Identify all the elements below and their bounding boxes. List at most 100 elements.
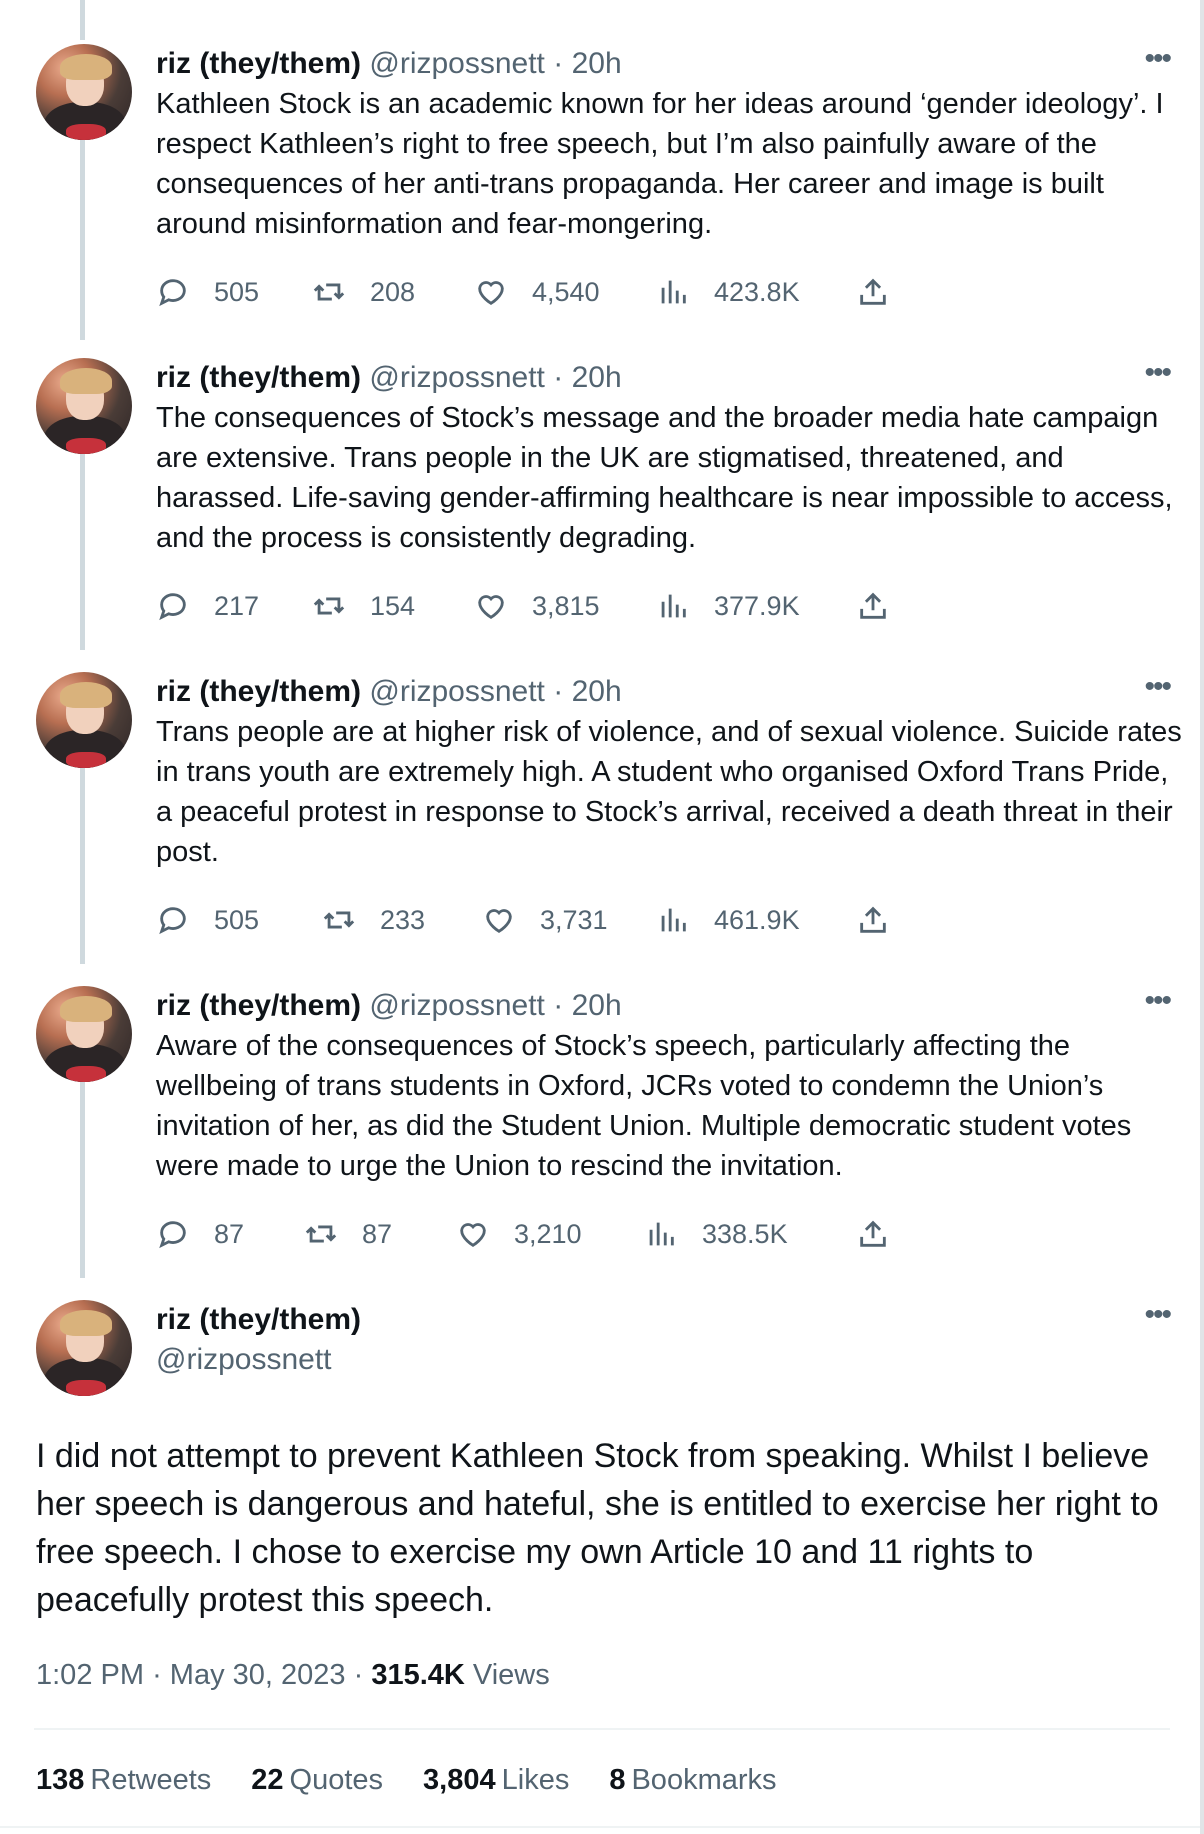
thread-page: riz (they/them) @rizpossnett · 20h ••• K… bbox=[0, 0, 1204, 1834]
like-button[interactable]: 3,815 bbox=[474, 586, 600, 626]
author-name[interactable]: riz (they/them) bbox=[156, 675, 361, 708]
views-button[interactable]: 461.9K bbox=[656, 900, 800, 940]
reply-icon bbox=[159, 907, 186, 935]
reply-button[interactable]: 87 bbox=[156, 1214, 244, 1254]
separator: · bbox=[553, 989, 564, 1022]
reply-count: 87 bbox=[214, 1218, 245, 1249]
thread-connector-line bbox=[80, 768, 85, 964]
author-handle[interactable]: @rizpossnett bbox=[369, 989, 545, 1022]
views-button[interactable]: 423.8K bbox=[656, 272, 800, 312]
author-name[interactable]: riz (they/them) bbox=[156, 361, 361, 394]
bookmarks-stat[interactable]: 8 Bookmarks bbox=[609, 1760, 776, 1800]
tweet-time[interactable]: 1:02 PM bbox=[36, 1659, 144, 1691]
like-button[interactable]: 3,210 bbox=[456, 1214, 582, 1254]
quotes-stat[interactable]: 22 Quotes bbox=[251, 1760, 383, 1800]
avatar[interactable] bbox=[36, 1300, 132, 1396]
reply-icon bbox=[159, 593, 186, 621]
more-options-icon[interactable]: ••• bbox=[1144, 1300, 1171, 1330]
analytics-icon bbox=[661, 280, 686, 304]
tweet-date[interactable]: May 30, 2023 bbox=[170, 1659, 346, 1691]
tweet-header: riz (they/them) @rizpossnett · 20h bbox=[156, 44, 622, 84]
analytics-icon bbox=[649, 1222, 674, 1246]
tweet-text: Aware of the consequences of Stock’s spe… bbox=[156, 1030, 1132, 1182]
views-button[interactable]: 338.5K bbox=[644, 1214, 788, 1254]
tweet-meta: 1:02 PM · May 30, 2023 · 315.4K Views bbox=[36, 1655, 550, 1695]
engagement-stats: 138 Retweets 22 Quotes 3,804 Likes 8 Bookmar… bbox=[36, 1760, 817, 1800]
more-options-icon[interactable]: ••• bbox=[1144, 358, 1171, 388]
author-name[interactable]: riz (they/them) bbox=[156, 47, 361, 80]
views-button[interactable]: 377.9K bbox=[656, 586, 800, 626]
timestamp[interactable]: 20h bbox=[572, 989, 622, 1022]
like-count: 3,210 bbox=[514, 1218, 582, 1249]
analytics-icon bbox=[661, 908, 686, 932]
reply-button[interactable]: 505 bbox=[156, 272, 259, 312]
avatar[interactable] bbox=[36, 44, 132, 140]
retweets-stat[interactable]: 138 Retweets bbox=[36, 1760, 211, 1800]
quotes-count: 22 bbox=[251, 1764, 284, 1796]
analytics-icon bbox=[661, 594, 686, 618]
tweet-actions: 217 154 3,815 377.9K bbox=[156, 586, 1056, 626]
reply-button[interactable]: 217 bbox=[156, 586, 259, 626]
retweets-count: 138 bbox=[36, 1764, 85, 1796]
more-options-icon[interactable]: ••• bbox=[1144, 44, 1171, 74]
like-button[interactable]: 3,731 bbox=[482, 900, 608, 940]
timestamp[interactable]: 20h bbox=[572, 47, 622, 80]
retweet-icon bbox=[313, 597, 345, 615]
views-label: Views bbox=[472, 1659, 550, 1691]
more-options-icon[interactable]: ••• bbox=[1144, 672, 1171, 702]
retweet-button[interactable]: 208 bbox=[312, 272, 415, 312]
share-button[interactable] bbox=[856, 586, 890, 626]
retweet-button[interactable]: 87 bbox=[304, 1214, 392, 1254]
tweet-actions: 505 233 3,731 461.9K bbox=[156, 900, 1056, 940]
share-button[interactable] bbox=[856, 272, 890, 312]
share-icon bbox=[860, 278, 886, 305]
retweet-icon bbox=[305, 1225, 337, 1243]
retweet-icon bbox=[323, 911, 355, 929]
retweet-count: 233 bbox=[380, 904, 426, 935]
tweet-text: Kathleen Stock is an academic known for … bbox=[156, 88, 1164, 240]
likes-count: 3,804 bbox=[423, 1764, 496, 1796]
reply-button[interactable]: 505 bbox=[156, 900, 259, 940]
divider bbox=[34, 1728, 1170, 1730]
retweet-icon bbox=[313, 283, 345, 301]
share-icon bbox=[860, 592, 886, 619]
author-name[interactable]: riz (they/them) bbox=[156, 989, 361, 1022]
reply-icon bbox=[159, 279, 186, 307]
timestamp[interactable]: 20h bbox=[572, 675, 622, 708]
tweet-actions: 87 87 3,210 338.5K bbox=[156, 1214, 1056, 1254]
avatar[interactable] bbox=[36, 986, 132, 1082]
retweet-count: 208 bbox=[370, 276, 416, 307]
thread-connector-line bbox=[80, 454, 85, 650]
thread-connector-line bbox=[80, 1082, 85, 1278]
tweet-actions: 505 208 4,540 423.8K bbox=[156, 272, 1056, 312]
reply-count: 217 bbox=[214, 590, 260, 621]
share-icon bbox=[860, 906, 886, 933]
more-options-icon[interactable]: ••• bbox=[1144, 986, 1171, 1016]
share-button[interactable] bbox=[856, 1214, 890, 1254]
separator: · bbox=[353, 1659, 364, 1691]
retweet-button[interactable]: 233 bbox=[322, 900, 425, 940]
heart-icon bbox=[460, 1223, 486, 1247]
like-button[interactable]: 4,540 bbox=[474, 272, 600, 312]
heart-icon bbox=[486, 909, 512, 933]
avatar[interactable] bbox=[36, 672, 132, 768]
author-handle[interactable]: @rizpossnett bbox=[369, 361, 545, 394]
author-handle[interactable]: @rizpossnett bbox=[369, 47, 545, 80]
share-button[interactable] bbox=[856, 900, 890, 940]
likes-stat[interactable]: 3,804 Likes bbox=[423, 1760, 569, 1800]
retweet-count: 87 bbox=[362, 1218, 393, 1249]
thread-connector-line bbox=[80, 0, 85, 40]
separator: · bbox=[553, 675, 564, 708]
retweet-button[interactable]: 154 bbox=[312, 586, 415, 626]
reply-count: 505 bbox=[214, 276, 260, 307]
avatar[interactable] bbox=[36, 358, 132, 454]
author-handle[interactable]: @rizpossnett bbox=[156, 1340, 361, 1380]
author-block: riz (they/them) @rizpossnett bbox=[156, 1300, 361, 1380]
tweet-header: riz (they/them) @rizpossnett · 20h bbox=[156, 672, 622, 712]
timestamp[interactable]: 20h bbox=[572, 361, 622, 394]
thread-connector-line bbox=[80, 140, 85, 340]
author-name[interactable]: riz (they/them) bbox=[156, 1300, 361, 1340]
like-count: 3,815 bbox=[532, 590, 600, 621]
retweets-label: Retweets bbox=[90, 1764, 212, 1796]
author-handle[interactable]: @rizpossnett bbox=[369, 675, 545, 708]
